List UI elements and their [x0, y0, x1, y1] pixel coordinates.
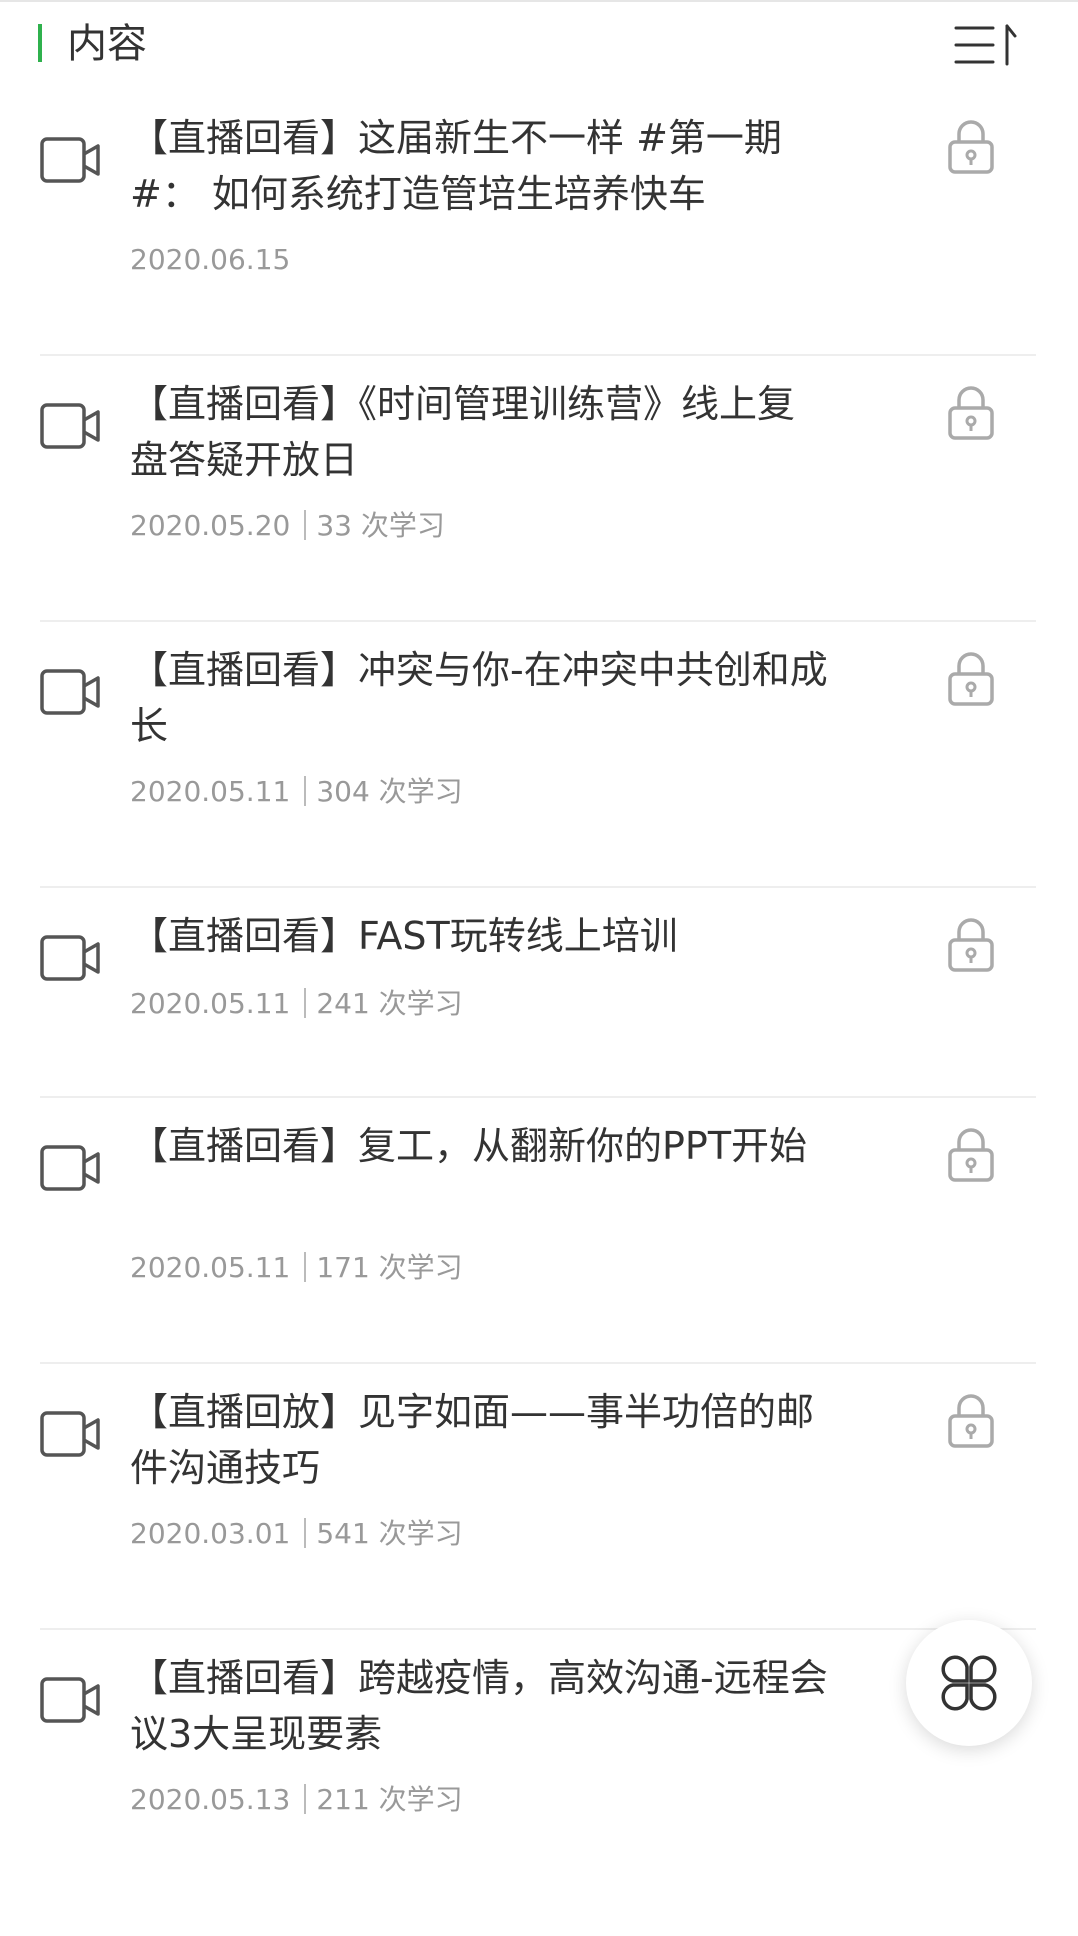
item-meta: 2020.05.11 241 次学习 [130, 986, 463, 1022]
video-camera-icon [40, 1145, 100, 1191]
item-date: 2020.05.20 [130, 509, 291, 542]
item-view-count: 241 次学习 [316, 987, 463, 1020]
list-item[interactable]: 【直播回看】复工，从翻新你的PPT开始 2020.05.11 171 次学习 [0, 1098, 1078, 1364]
item-meta: 2020.05.13 211 次学习 [130, 1782, 463, 1818]
clover-menu-icon [941, 1655, 997, 1711]
meta-separator [304, 1784, 307, 1814]
section-title: 内容 [67, 21, 147, 67]
video-camera-icon [40, 403, 100, 449]
item-date: 2020.05.11 [130, 987, 291, 1020]
lock-icon [948, 652, 994, 706]
video-camera-icon [40, 669, 100, 715]
lock-icon [948, 386, 994, 440]
item-date: 2020.05.13 [130, 1783, 291, 1816]
lock-icon [948, 918, 994, 972]
item-meta: 2020.05.11 304 次学习 [130, 774, 463, 810]
item-view-count: 304 次学习 [316, 775, 463, 808]
list-item[interactable]: 【直播回看】《时间管理训练营》线上复盘答疑开放日 2020.05.20 33 次学习 [0, 356, 1078, 622]
list-item[interactable]: 【直播回看】这届新生不一样 #第一期#： 如何系统打造管培生培养快车 2020.0… [0, 90, 1078, 356]
meta-separator [304, 1518, 307, 1548]
lock-icon [948, 1128, 994, 1182]
item-view-count: 171 次学习 [316, 1251, 463, 1284]
item-meta: 2020.06.15 [130, 242, 290, 278]
meta-separator [304, 776, 307, 806]
item-title[interactable]: 【直播回看】这届新生不一样 #第一期#： 如何系统打造管培生培养快车 [130, 110, 830, 222]
item-date: 2020.03.01 [130, 1517, 291, 1550]
list-item[interactable]: 【直播回放】见字如面——事半功倍的邮件沟通技巧 2020.03.01 541 次学习 [0, 1364, 1078, 1630]
item-date: 2020.06.15 [130, 243, 291, 276]
list-item[interactable]: 【直播回看】冲突与你-在冲突中共创和成长 2020.05.11 304 次学习 [0, 622, 1078, 888]
sort-list-icon[interactable] [953, 22, 1023, 68]
item-view-count: 211 次学习 [316, 1783, 463, 1816]
section-header: 内容 [0, 0, 1078, 90]
meta-separator [304, 1252, 307, 1282]
video-camera-icon [40, 1411, 100, 1457]
item-title[interactable]: 【直播回看】FAST玩转线上培训 [130, 908, 830, 964]
video-camera-icon [40, 935, 100, 981]
header-accent-bar [38, 24, 42, 62]
item-view-count: 541 次学习 [316, 1517, 463, 1550]
item-date: 2020.05.11 [130, 775, 291, 808]
item-title[interactable]: 【直播回看】复工，从翻新你的PPT开始 [130, 1118, 830, 1174]
item-view-count: 33 次学习 [316, 509, 445, 542]
lock-icon [948, 1394, 994, 1448]
item-title[interactable]: 【直播回放】见字如面——事半功倍的邮件沟通技巧 [130, 1384, 830, 1496]
lock-icon [948, 120, 994, 174]
item-date: 2020.05.11 [130, 1251, 291, 1284]
item-title[interactable]: 【直播回看】《时间管理训练营》线上复盘答疑开放日 [130, 376, 830, 488]
video-camera-icon [40, 1677, 100, 1723]
item-meta: 2020.03.01 541 次学习 [130, 1516, 463, 1552]
meta-separator [304, 988, 307, 1018]
item-title[interactable]: 【直播回看】冲突与你-在冲突中共创和成长 [130, 642, 830, 754]
item-meta: 2020.05.20 33 次学习 [130, 508, 445, 544]
video-camera-icon [40, 137, 100, 183]
item-title[interactable]: 【直播回看】跨越疫情，高效沟通-远程会议3大呈现要素 [130, 1650, 830, 1762]
item-meta: 2020.05.11 171 次学习 [130, 1250, 463, 1286]
floating-menu-button[interactable] [906, 1620, 1032, 1746]
list-item[interactable]: 【直播回看】FAST玩转线上培训 2020.05.11 241 次学习 [0, 888, 1078, 1098]
meta-separator [304, 510, 307, 540]
